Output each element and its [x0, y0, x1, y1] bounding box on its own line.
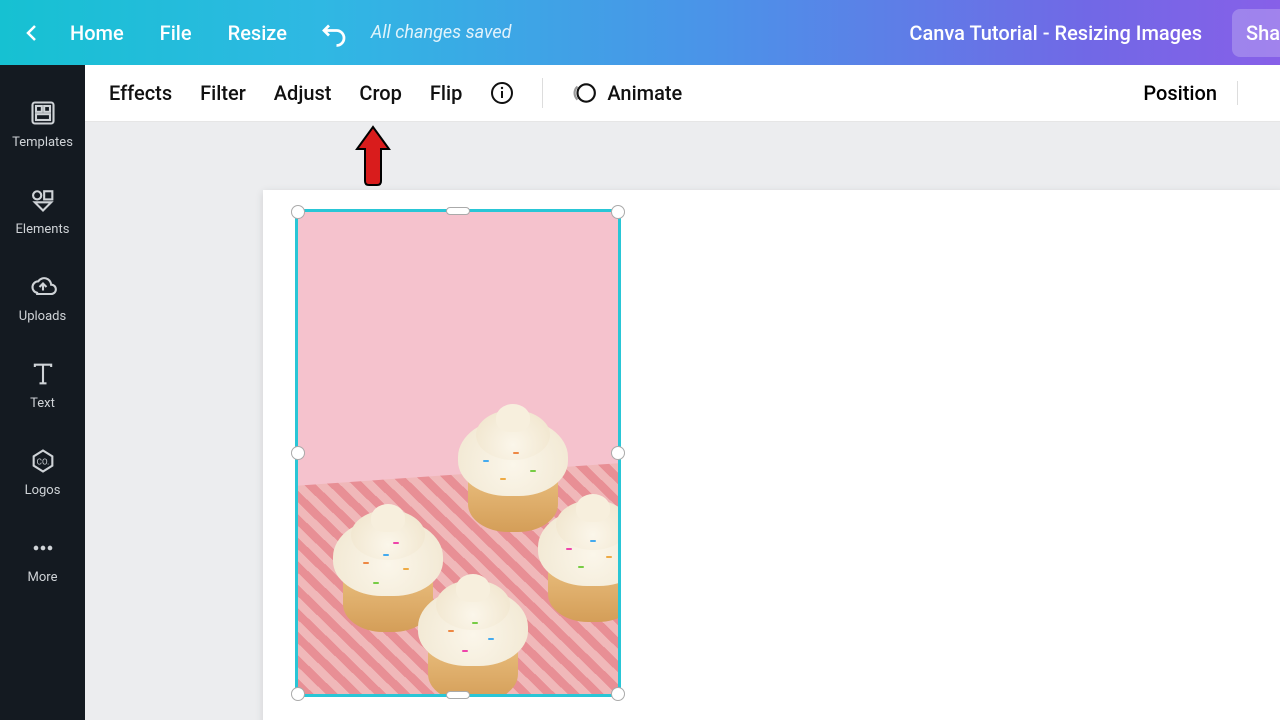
- undo-icon: [319, 18, 349, 48]
- resize-handle-l[interactable]: [291, 446, 305, 460]
- text-icon: [29, 360, 57, 388]
- more-icon: [29, 534, 57, 562]
- save-status: All changes saved: [371, 22, 512, 43]
- undo-button[interactable]: [319, 18, 349, 48]
- resize-handle-tl[interactable]: [291, 205, 305, 219]
- flip-button[interactable]: Flip: [430, 81, 462, 105]
- elements-icon: [29, 186, 57, 214]
- canvas-zone[interactable]: [85, 122, 1280, 720]
- image-content: [298, 212, 618, 694]
- sidebar-item-label: Text: [30, 396, 55, 411]
- sidebar-item-more[interactable]: More: [0, 520, 85, 607]
- back-button[interactable]: [12, 21, 52, 45]
- resize-handle-r[interactable]: [611, 446, 625, 460]
- home-button[interactable]: Home: [52, 21, 142, 45]
- sidebar-item-label: Elements: [16, 222, 70, 237]
- svg-text:CO.: CO.: [36, 457, 49, 467]
- sidebar-item-label: Templates: [12, 135, 73, 150]
- info-button[interactable]: [490, 81, 514, 105]
- effects-button[interactable]: Effects: [109, 81, 172, 105]
- sidebar-item-label: Uploads: [19, 309, 66, 324]
- crop-button[interactable]: Crop: [359, 81, 401, 105]
- sidebar-item-text[interactable]: Text: [0, 346, 85, 433]
- resize-menu[interactable]: Resize: [210, 21, 305, 45]
- animate-icon: [571, 80, 597, 106]
- annotation-arrow: [353, 125, 393, 187]
- animate-button[interactable]: Animate: [571, 80, 682, 106]
- file-menu[interactable]: File: [142, 21, 210, 45]
- work-area: Effects Filter Adjust Crop Flip Animate …: [85, 65, 1280, 720]
- animate-label: Animate: [607, 81, 682, 105]
- resize-handle-bl[interactable]: [291, 687, 305, 701]
- filter-button[interactable]: Filter: [200, 81, 246, 105]
- resize-handle-br[interactable]: [611, 687, 625, 701]
- position-button[interactable]: Position: [1143, 81, 1238, 105]
- share-button[interactable]: Sha: [1232, 9, 1280, 57]
- toolbar-divider: [542, 78, 543, 108]
- uploads-icon: [29, 273, 57, 301]
- side-panel: Templates Elements Uploads Text CO. Logo…: [0, 65, 85, 720]
- sidebar-item-label: More: [28, 570, 58, 585]
- info-icon: [490, 81, 514, 105]
- sidebar-item-logos[interactable]: CO. Logos: [0, 433, 85, 520]
- sidebar-item-label: Logos: [25, 483, 61, 498]
- templates-icon: [29, 99, 57, 127]
- resize-handle-tr[interactable]: [611, 205, 625, 219]
- selected-image[interactable]: [295, 209, 621, 697]
- app-header: Home File Resize All changes saved Canva…: [0, 0, 1280, 65]
- context-toolbar: Effects Filter Adjust Crop Flip Animate …: [85, 65, 1280, 122]
- sidebar-item-templates[interactable]: Templates: [0, 85, 85, 172]
- chevron-left-icon: [20, 21, 44, 45]
- resize-handle-b[interactable]: [446, 691, 470, 699]
- sidebar-item-elements[interactable]: Elements: [0, 172, 85, 259]
- sidebar-item-uploads[interactable]: Uploads: [0, 259, 85, 346]
- logos-icon: CO.: [29, 447, 57, 475]
- adjust-button[interactable]: Adjust: [274, 81, 332, 105]
- resize-handle-t[interactable]: [446, 207, 470, 215]
- document-title[interactable]: Canva Tutorial - Resizing Images: [909, 21, 1202, 45]
- main-area: Templates Elements Uploads Text CO. Logo…: [0, 65, 1280, 720]
